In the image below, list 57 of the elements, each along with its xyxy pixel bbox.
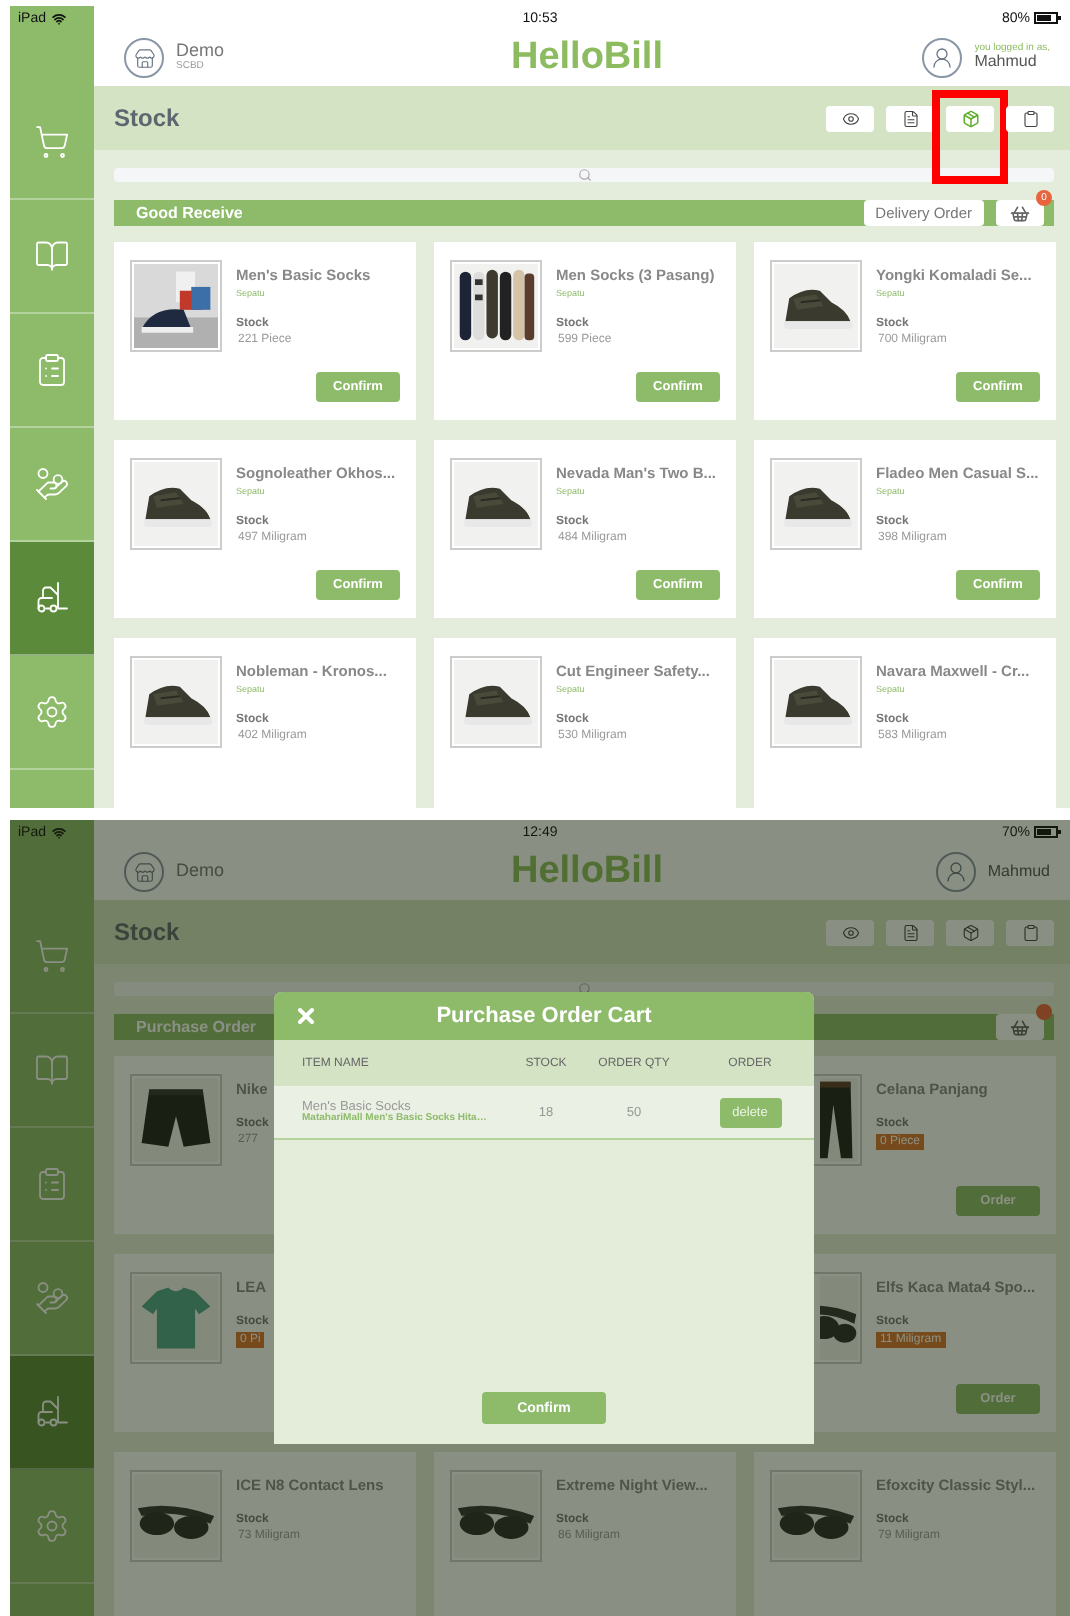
- nav-button[interactable]: [10, 1356, 94, 1470]
- toolbar-button[interactable]: [826, 105, 874, 131]
- store-avatar: [124, 38, 164, 78]
- toolbar-button[interactable]: [886, 105, 934, 131]
- app-logo: HelloBill: [510, 850, 663, 894]
- page-title: Stock: [114, 918, 180, 946]
- user-name: Mahmud: [974, 54, 1039, 73]
- cart-badge: [1036, 1004, 1052, 1020]
- eye-icon: [841, 109, 859, 127]
- search-icon: [577, 168, 591, 182]
- basket-icon: [1010, 203, 1030, 223]
- toolbar-button[interactable]: [886, 919, 934, 945]
- document-icon: [901, 923, 919, 941]
- forklift-icon: [34, 580, 70, 616]
- store-name: Demo: [176, 862, 225, 882]
- user-avatar: [935, 852, 976, 892]
- clipboard-icon: [1021, 109, 1039, 127]
- toolbar-button[interactable]: [946, 919, 994, 945]
- toolbar-button[interactable]: [1006, 919, 1054, 945]
- toolbar-button[interactable]: [826, 919, 874, 945]
- hand-coins-icon: [34, 466, 70, 502]
- cart-icon: [34, 124, 70, 160]
- cart-button[interactable]: [996, 1014, 1044, 1040]
- cart-button[interactable]: [996, 200, 1044, 226]
- dialog-title: Purchase Order Cart: [436, 1004, 652, 1028]
- eye-icon: [841, 923, 859, 941]
- box-icon: [961, 923, 979, 941]
- section-title: Purchase Order: [136, 1018, 257, 1036]
- store-name: Demo: [176, 42, 225, 61]
- book-icon: [34, 238, 70, 274]
- cart-icon: [34, 938, 70, 974]
- settings-icon: [34, 1508, 70, 1544]
- app-logo: HelloBill: [510, 36, 663, 80]
- nav-button[interactable]: [10, 542, 94, 656]
- settings-icon: [34, 694, 70, 730]
- forklift-icon: [34, 1394, 70, 1430]
- toolbar-button[interactable]: [1006, 105, 1054, 131]
- hand-coins-icon: [34, 1280, 70, 1316]
- book-icon: [34, 1052, 70, 1088]
- clipboard-icon: [34, 352, 70, 388]
- wifi-icon: [52, 825, 67, 839]
- wifi-icon: [52, 11, 67, 25]
- store-avatar: [124, 852, 164, 892]
- user-name: Mahmud: [987, 863, 1050, 881]
- box-icon: [961, 109, 979, 127]
- section-title: Good Receive: [136, 204, 243, 222]
- page-title: Stock: [114, 104, 180, 132]
- user-avatar: [922, 38, 963, 78]
- battery-icon: [1034, 826, 1062, 838]
- clipboard-icon: [34, 1166, 70, 1202]
- clipboard-icon: [1021, 923, 1039, 941]
- close-icon: [294, 1004, 318, 1028]
- search-field[interactable]: [114, 168, 1054, 182]
- basket-icon: [1010, 1017, 1030, 1037]
- toolbar-button[interactable]: [946, 105, 994, 131]
- battery-icon: [1034, 12, 1062, 24]
- document-icon: [901, 109, 919, 127]
